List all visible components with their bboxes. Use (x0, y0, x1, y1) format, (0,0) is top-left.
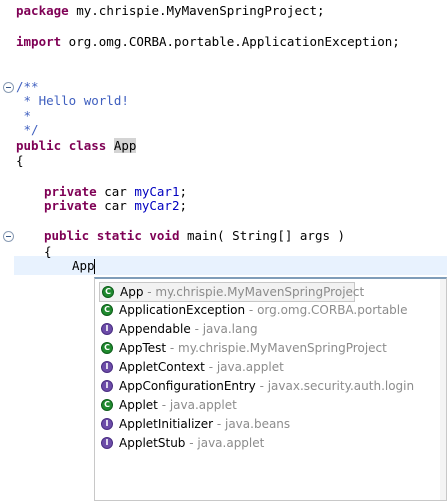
completion-item-package: - my.chrispie.MyMavenSpringProject (166, 341, 387, 355)
code-line-import: import org.omg.CORBA.portable.Applicatio… (16, 34, 400, 49)
completion-item-package: - java.beans (213, 417, 291, 431)
completion-item[interactable]: AppConfigurationEntry - javax.security.a… (101, 377, 414, 396)
class-icon (102, 286, 114, 298)
class-icon (101, 304, 113, 316)
interface-icon (101, 418, 113, 430)
code-line-main-method: public static void main( String[] args ) (44, 228, 346, 243)
completion-item-package: - org.omg.CORBA.portable (245, 303, 408, 317)
interface-icon (101, 361, 113, 373)
completion-item-package: - javax.security.auth.login (255, 379, 415, 393)
completion-item[interactable]: AppTest - my.chrispie.MyMavenSpringProje… (101, 339, 387, 358)
fold-collapse-icon[interactable] (3, 82, 14, 93)
interface-icon (101, 380, 113, 392)
completion-item-package: - my.chrispie.MyMavenSpringProject (143, 285, 365, 299)
fold-collapse-icon[interactable] (3, 231, 14, 242)
completion-item-package: - java.applet (185, 436, 265, 450)
code-line-brace: { (16, 153, 24, 168)
completion-item[interactable]: App - my.chrispie.MyMavenSpringProject (99, 282, 364, 302)
class-name-highlight: App (113, 138, 137, 153)
completion-item-name: ApplicationException (119, 303, 246, 317)
text-caret (94, 259, 95, 274)
completion-item-name: AppletContext (119, 360, 205, 374)
completion-item[interactable]: ApplicationException - org.omg.CORBA.por… (101, 301, 408, 320)
code-line-typing[interactable]: App (72, 257, 95, 275)
completion-item[interactable]: Appendable - java.lang (101, 320, 258, 339)
interface-icon (101, 323, 113, 335)
completion-item[interactable]: Applet - java.applet (101, 396, 237, 415)
completion-item-package: - java.applet (157, 398, 237, 412)
code-line-class-decl: public class App (16, 138, 137, 153)
completion-item-name: AppConfigurationEntry (119, 379, 256, 393)
completion-item-name: AppletInitializer (119, 417, 214, 431)
completion-item-name: Applet (119, 398, 158, 412)
interface-icon (101, 437, 113, 449)
completion-item[interactable]: AppletInitializer - java.beans (101, 415, 290, 434)
completion-item[interactable]: AppletStub - java.applet (101, 434, 264, 453)
completion-item-name: Appendable (119, 322, 191, 336)
completion-item-name: AppletStub (119, 436, 186, 450)
code-line-package: package my.chrispie.MyMavenSpringProject… (16, 3, 325, 18)
class-icon (101, 399, 113, 411)
class-icon (101, 342, 113, 354)
code-line-comment: * Hello world! (16, 93, 129, 108)
completion-item-package: - java.lang (190, 322, 258, 336)
completion-item-name: App (120, 285, 144, 299)
code-line-brace: { (44, 244, 52, 259)
completion-item[interactable]: AppletContext - java.applet (101, 358, 284, 377)
completion-item-package: - java.applet (204, 360, 284, 374)
completion-item-name: AppTest (119, 341, 167, 355)
content-assist-popup[interactable]: App - my.chrispie.MyMavenSpringProjectAp… (94, 277, 447, 501)
popup-scrollbar[interactable] (440, 279, 446, 500)
code-line-field: private car myCar2; (44, 198, 188, 213)
